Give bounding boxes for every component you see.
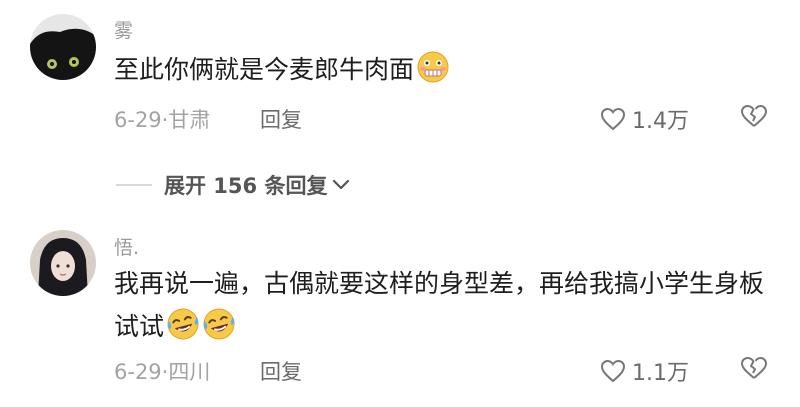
like-button[interactable]: 1.1万 <box>600 355 689 387</box>
broken-heart-icon <box>741 105 767 127</box>
heart-outline-icon <box>600 359 626 383</box>
dislike-button[interactable] <box>740 104 768 132</box>
comment-text: 我再说一遍，古偶就要这样的身型差，再给我搞小学生身板试试 <box>114 262 764 348</box>
laughing-tears-emoji <box>202 307 236 341</box>
comment-date-location: 6-29·四川 <box>114 360 211 384</box>
like-button[interactable]: 1.4万 <box>600 103 689 135</box>
reply-button[interactable]: 回复 <box>260 356 302 386</box>
chevron-down-icon <box>333 179 350 190</box>
username[interactable]: 雾 <box>114 16 133 43</box>
avatar[interactable] <box>30 230 96 296</box>
like-count: 1.4万 <box>632 109 689 134</box>
comment-text-content: 至此你俩就是今麦郎牛肉面 <box>114 55 415 84</box>
dislike-button[interactable] <box>740 356 768 384</box>
comment-date-location: 6-29·甘肃 <box>114 108 211 132</box>
avatar[interactable] <box>30 14 96 80</box>
reply-button[interactable]: 回复 <box>260 104 302 134</box>
like-count: 1.1万 <box>632 361 689 386</box>
expand-divider <box>116 184 152 186</box>
comment-text: 至此你俩就是今麦郎牛肉面 <box>114 48 764 91</box>
username[interactable]: 悟. <box>114 233 139 260</box>
heart-outline-icon <box>600 107 626 131</box>
expand-replies-label: 展开 156 条回复 <box>164 174 328 198</box>
expand-replies-button[interactable]: 展开 156 条回复 <box>116 170 351 200</box>
broken-heart-icon <box>741 357 767 379</box>
laughing-tears-emoji <box>166 307 200 341</box>
nervous-grimace-emoji <box>416 50 450 84</box>
